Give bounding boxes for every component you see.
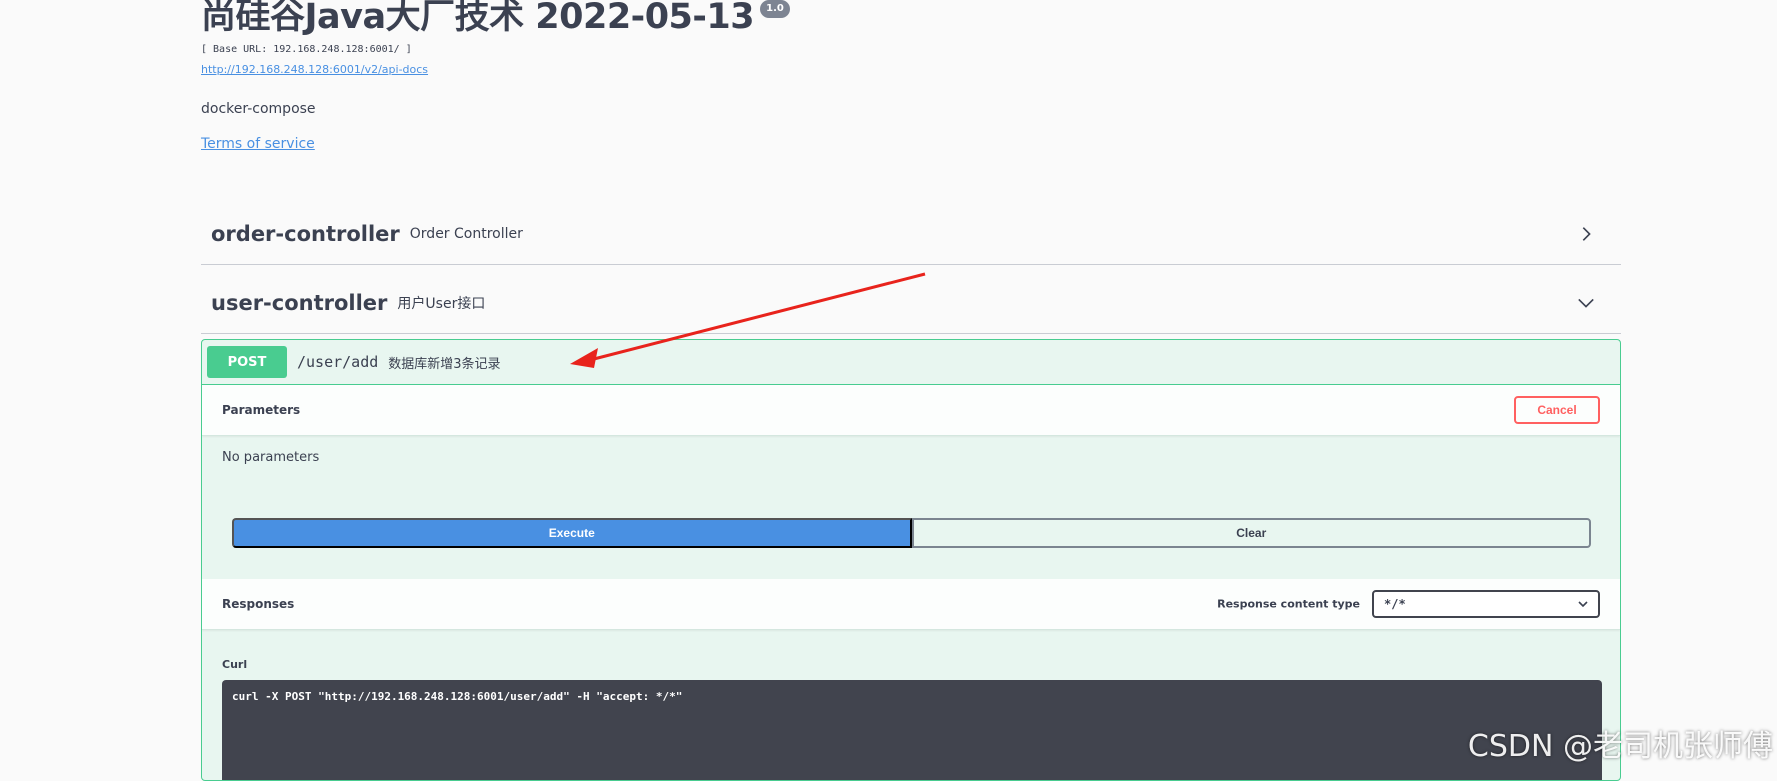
version-badge: 1.0 — [760, 0, 790, 18]
parameters-header: Parameters Cancel — [202, 385, 1620, 436]
cancel-button[interactable]: Cancel — [1514, 396, 1600, 424]
api-docs-link[interactable]: http://192.168.248.128:6001/v2/api-docs — [201, 63, 428, 76]
clear-button[interactable]: Clear — [911, 518, 1591, 548]
response-content-type-select[interactable]: */* — [1372, 590, 1600, 618]
tag-name: user-controller — [211, 291, 388, 315]
tag-name: order-controller — [211, 222, 400, 246]
method-badge: POST — [207, 346, 287, 378]
curl-command-box[interactable]: curl -X POST "http://192.168.248.128:600… — [222, 680, 1602, 780]
base-url: [ Base URL: 192.168.248.128:6001/ ] — [201, 44, 412, 55]
chevron-down-icon — [1578, 601, 1588, 608]
operation-path: /user/add — [297, 353, 379, 371]
responses-header: Responses Response content type */* — [202, 579, 1620, 630]
api-info-header: 尚硅谷Java大厂技术 2022-05-13 1.0 — [201, 0, 790, 40]
curl-label: Curl — [222, 658, 248, 671]
response-content-type-value: */* — [1384, 597, 1406, 611]
no-parameters-text: No parameters — [222, 450, 320, 465]
api-title: 尚硅谷Java大厂技术 2022-05-13 — [201, 0, 755, 37]
tag-description: 用户User接口 — [397, 296, 486, 312]
operation-summary[interactable]: POST /user/add 数据库新增3条记录 — [202, 340, 1620, 385]
tag-order-controller[interactable]: order-controller Order Controller — [201, 204, 1621, 265]
tag-description: Order Controller — [409, 226, 523, 242]
chevron-right-icon[interactable] — [1577, 225, 1595, 243]
chevron-down-icon[interactable] — [1577, 294, 1595, 312]
operation-post-user-add: POST /user/add 数据库新增3条记录 Parameters Canc… — [201, 339, 1621, 781]
operation-summary-text: 数据库新增3条记录 — [388, 356, 501, 372]
api-description: docker-compose — [201, 101, 316, 117]
tag-user-controller[interactable]: user-controller 用户User接口 — [201, 273, 1621, 334]
terms-of-service-link[interactable]: Terms of service — [201, 136, 315, 152]
parameters-title: Parameters — [222, 403, 301, 417]
response-content-type-label: Response content type — [1217, 597, 1360, 611]
curl-command: curl -X POST "http://192.168.248.128:600… — [232, 690, 683, 703]
execute-wrapper: Execute Clear — [232, 518, 1591, 548]
watermark: CSDN @老司机张师傅 — [1467, 729, 1773, 764]
responses-title: Responses — [222, 597, 295, 611]
execute-button[interactable]: Execute — [232, 518, 912, 548]
